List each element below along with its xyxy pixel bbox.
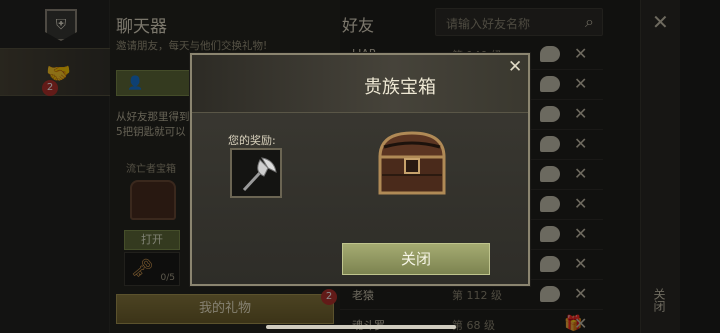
reward-label: 您的奖励:: [228, 134, 276, 147]
home-indicator: [266, 325, 456, 329]
modal-title: 贵族宝箱: [364, 77, 436, 98]
modal-header: [192, 55, 528, 113]
modal-close-button[interactable]: 关闭: [342, 243, 490, 275]
reward-slot[interactable]: [230, 148, 282, 198]
battle-axe-icon: [242, 157, 277, 192]
noble-chest-icon: [378, 131, 446, 195]
reward-modal: 贵族宝箱 ✕ 您的奖励: 关闭: [190, 53, 530, 286]
modal-close-icon[interactable]: ✕: [508, 57, 522, 77]
